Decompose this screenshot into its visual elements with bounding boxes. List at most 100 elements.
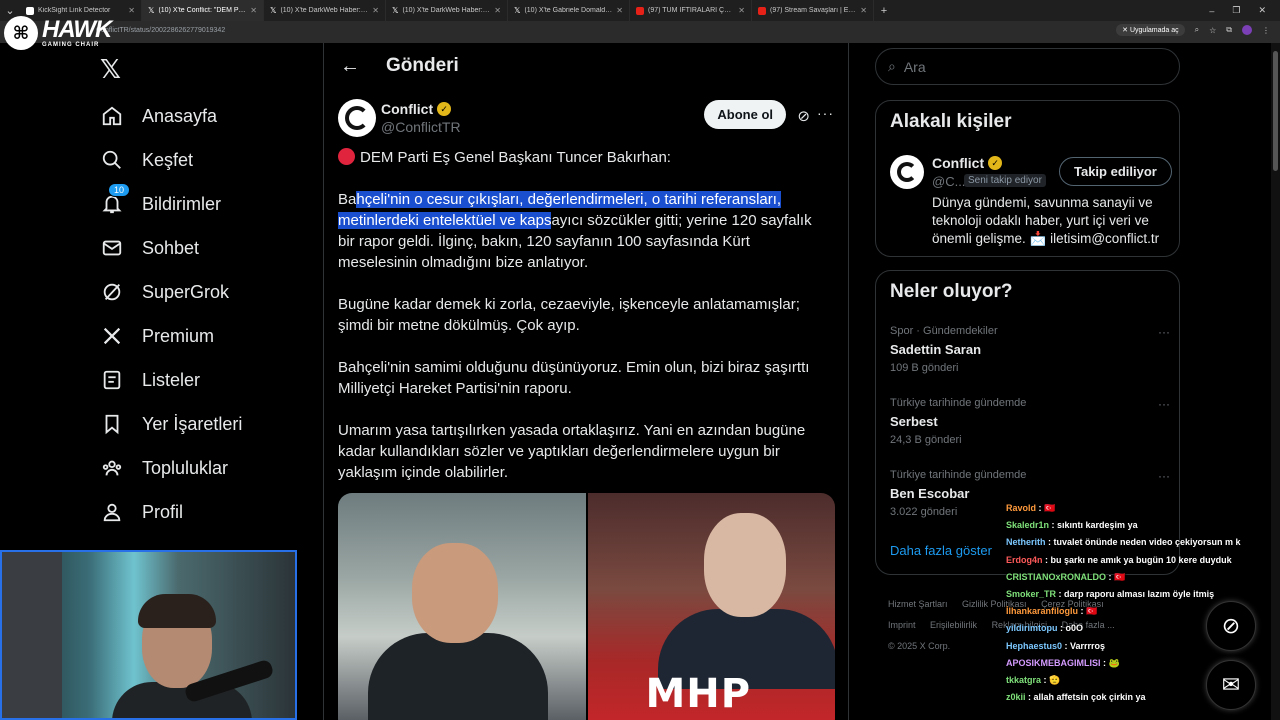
footer-link[interactable]: Erişilebilirlik: [930, 620, 977, 630]
grok-icon[interactable]: ⊘: [797, 107, 810, 125]
related-avatar[interactable]: [890, 155, 924, 189]
related-handle[interactable]: @C...: [932, 174, 965, 189]
post-header: ← Gönderi: [324, 43, 848, 89]
close-tab-icon[interactable]: ✕: [372, 6, 379, 15]
chat-text: 🇹🇷: [1114, 571, 1126, 582]
star-icon[interactable]: ☆: [1209, 26, 1216, 35]
webcam-background: [2, 552, 62, 718]
browser-tab[interactable]: 𝕏(10) X'te DarkWeb Haber: "Bilal ✕: [386, 0, 508, 21]
chat-username: yildirimtopu: [1006, 623, 1058, 634]
post-line: DEM Parti Eş Genel Başkanı Tuncer Bakırh…: [360, 149, 671, 166]
footer-link[interactable]: Imprint: [888, 620, 916, 630]
browser-tab[interactable]: 𝕏 (10) X'te Conflict: "DEM Parti ✕: [142, 0, 264, 21]
more-options-icon[interactable]: ···: [1158, 397, 1170, 411]
nav-item-bookmarks[interactable]: Yer İşaretleri: [100, 402, 242, 446]
nav-item-profile[interactable]: Profil: [100, 490, 242, 534]
chat-username: Netherith: [1006, 537, 1046, 548]
url-field[interactable]: ConflictTR/status/2002286262779019342: [96, 27, 225, 34]
image-figure: [703, 513, 786, 617]
chat-separator: :: [1042, 554, 1051, 565]
new-tab-icon[interactable]: +: [874, 5, 894, 17]
post-media[interactable]: MHP: [338, 493, 835, 720]
address-bar: ConflictTR/status/2002286262779019342 ✕ …: [0, 21, 1280, 43]
post-image-left[interactable]: [338, 493, 586, 720]
post-paragraph: DEM Parti Eş Genel Başkanı Tuncer Bakırh…: [338, 147, 832, 168]
author-name-row[interactable]: Conflict ✓: [381, 101, 452, 117]
browser-tab[interactable]: 𝕏(10) X'te Gabriele Domaldo: "Su ✕: [508, 0, 630, 21]
nav-label: Listeler: [142, 369, 201, 390]
close-tab-icon[interactable]: ✕: [250, 6, 257, 15]
close-tab-icon[interactable]: ✕: [494, 6, 501, 15]
search-icon: [100, 148, 124, 172]
close-window-icon[interactable]: ✕: [1258, 5, 1266, 16]
page-title: Gönderi: [386, 55, 459, 76]
post-image-right[interactable]: MHP: [587, 493, 835, 720]
trend-item[interactable]: Spor · Gündemdekiler Sadettin Saran 109 …: [890, 325, 1170, 374]
following-button[interactable]: Takip ediliyor: [1059, 157, 1172, 186]
chat-text: allah affetsin çok çirkin ya: [1033, 692, 1146, 703]
x-icon: [100, 324, 124, 348]
close-tab-icon[interactable]: ✕: [738, 6, 745, 15]
messages-floating-button[interactable]: ✉: [1206, 660, 1256, 710]
nav-label: Sohbet: [142, 237, 200, 258]
nav-label: Yer İşaretleri: [142, 413, 243, 434]
maximize-icon[interactable]: ❐: [1232, 5, 1240, 16]
search-placeholder: Ara: [903, 58, 926, 75]
youtube-icon: [636, 6, 644, 15]
close-tab-icon[interactable]: ✕: [860, 6, 867, 15]
notification-badge: 10: [108, 183, 131, 197]
tab-title: KickSight Link Detector: [38, 7, 111, 14]
browser-tab[interactable]: (97) TÜM İFTİRALARI ÇÖZDÜM ✕: [630, 0, 752, 21]
author-handle[interactable]: @ConflictTR: [381, 119, 461, 135]
back-arrow-icon[interactable]: ←: [340, 55, 360, 78]
menu-icon[interactable]: ⋮: [1262, 26, 1270, 35]
more-options-icon[interactable]: ···: [817, 105, 834, 121]
chat-separator: :: [1041, 675, 1050, 686]
nav-item-premium[interactable]: Premium: [100, 314, 242, 358]
x-icon: 𝕏: [514, 6, 521, 15]
trend-item[interactable]: Türkiye tarihinde gündemde Serbest 24,3 …: [890, 397, 1170, 446]
footer-link[interactable]: Hizmet Şartları: [888, 599, 948, 609]
x-logo-icon[interactable]: 𝕏: [100, 54, 121, 85]
more-options-icon[interactable]: ···: [1158, 325, 1170, 339]
open-in-app-button[interactable]: ✕ Uygulamada aç: [1116, 24, 1185, 36]
browser-tab-bar: ⌄ KickSight Link Detector ✕ 𝕏 (10) X'te Conf…: [0, 0, 1280, 21]
post-paragraph: Bahçeli'nin samimi olduğunu düşünüyoruz.…: [338, 359, 810, 397]
nav-label: Profil: [142, 501, 184, 522]
scrollbar-thumb[interactable]: [1273, 51, 1278, 171]
nav-item-lists[interactable]: Listeler: [100, 358, 242, 402]
browser-tab[interactable]: 𝕏(10) X'te DarkWeb Haber: "#Son ✕: [264, 0, 386, 21]
nav-label: Anasayfa: [142, 105, 218, 126]
close-tab-icon[interactable]: ✕: [128, 6, 135, 15]
more-options-icon[interactable]: ···: [1158, 469, 1170, 483]
grok-floating-button[interactable]: ⊘: [1206, 601, 1256, 651]
tab-title: (10) X'te DarkWeb Haber: "Bilal: [402, 7, 490, 14]
chat-text: sıkıntı kardeşim ya: [1057, 520, 1138, 531]
chat-username: Ravold: [1006, 503, 1037, 513]
nav-item-communities[interactable]: Topluluklar: [100, 446, 242, 490]
nav-item-notifications[interactable]: 10 Bildirimler: [100, 182, 242, 226]
nav-label: Keşfet: [142, 149, 194, 170]
nav-item-explore[interactable]: Keşfet: [100, 138, 242, 182]
subscribe-button[interactable]: Abone ol: [704, 100, 786, 129]
minimize-icon[interactable]: –: [1209, 6, 1214, 16]
tab-title: (10) X'te Gabriele Domaldo: "Su: [524, 7, 612, 14]
related-name-row[interactable]: Conflict ✓: [932, 155, 1003, 171]
hawk-emblem-icon: ⌘: [4, 16, 38, 50]
zoom-icon[interactable]: ⌕: [1195, 25, 1199, 35]
scrollbar[interactable]: [1271, 43, 1280, 720]
close-tab-icon[interactable]: ✕: [616, 6, 623, 15]
author-avatar[interactable]: [338, 99, 376, 137]
show-more-link[interactable]: Daha fazla göster: [890, 543, 992, 558]
extensions-icon[interactable]: ⧉: [1226, 25, 1232, 35]
chat-username: Hephaestus0: [1006, 640, 1063, 651]
related-name: Conflict: [932, 155, 985, 171]
chat-username: z0kii: [1006, 692, 1026, 703]
nav-item-supergrok[interactable]: SuperGrok: [100, 270, 242, 314]
nav-item-messages[interactable]: Sohbet: [100, 226, 242, 270]
search-input[interactable]: ⌕ Ara: [875, 48, 1180, 85]
profile-avatar[interactable]: [1242, 25, 1252, 35]
chat-username: İlhankaranfiloglu: [1006, 606, 1079, 617]
nav-item-home[interactable]: Anasayfa: [100, 94, 242, 138]
browser-tab[interactable]: (97) Stream Savaşları | Ebo x Uz✕: [752, 0, 874, 21]
